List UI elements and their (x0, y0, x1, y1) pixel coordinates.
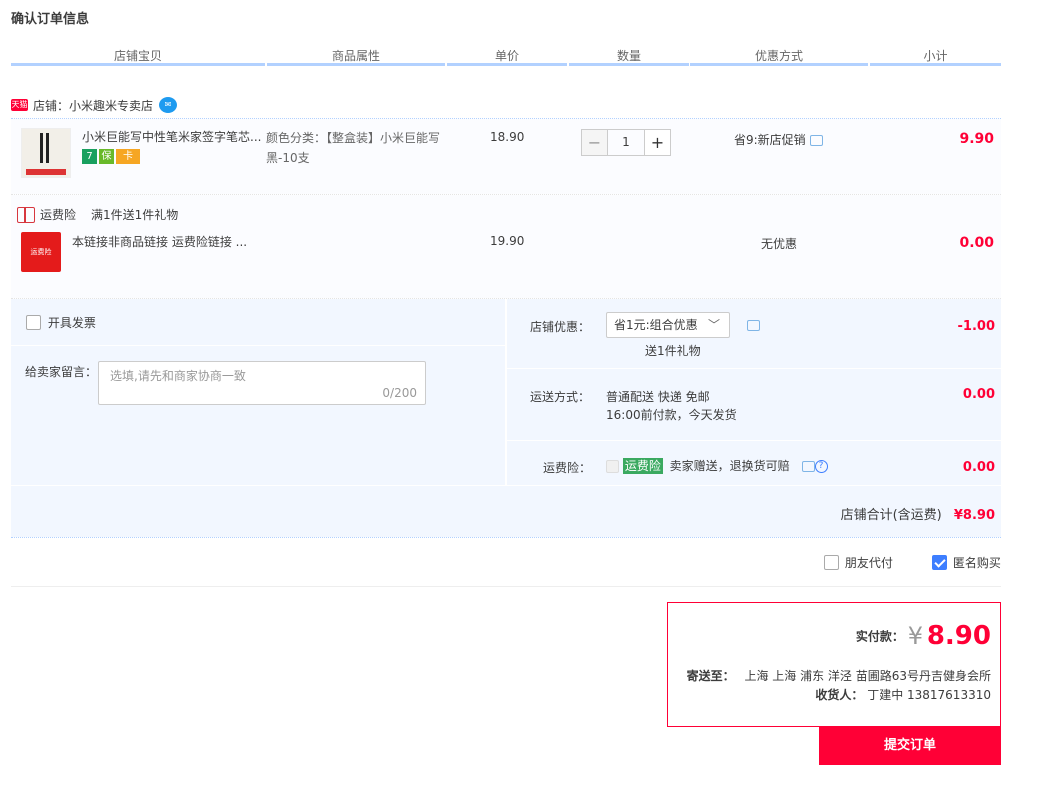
invoice-label: 开具发票 (47, 316, 96, 330)
sku-value: 黑-10支 (266, 151, 310, 165)
shipping-method: 普通配送 快递 免邮 (606, 390, 710, 404)
gift-promo-text: 满1件送1件礼物 (91, 208, 179, 222)
submit-order-button[interactable]: 提交订单 (819, 727, 1001, 765)
friend-pay-option[interactable]: 朋友代付 (824, 554, 893, 571)
header-divider (447, 63, 567, 66)
insurance-tag: 运费险 (622, 458, 663, 474)
ship-to-label: 寄送至： (686, 669, 735, 683)
gift-unit-price: 19.90 (490, 234, 525, 248)
gift-title-link[interactable]: 本链接非商品链接 运费险链接 ... (72, 234, 247, 250)
ship-to: 寄送至： 上海 上海 浦东 洋泾 苗圃路63号丹吉健身会所 (687, 667, 991, 684)
header-divider (690, 63, 868, 66)
gift-promotion: 无优惠 (761, 237, 798, 251)
divider (507, 368, 1001, 369)
divider (11, 586, 1001, 587)
shipping-note: 16:00前付款，今天发货 (606, 408, 737, 422)
insurance-text: 卖家赠送，退换货可赔 (669, 459, 790, 473)
insurance-amount: 0.00 (962, 460, 995, 475)
ship-to-address: 上海 上海 浦东 洋泾 苗圃路63号丹吉健身会所 (744, 669, 991, 683)
gift-item: 运费险 满1件送1件礼物 运费险 本链接非商品链接 运费险链接 ... 19.9… (11, 195, 1001, 298)
payment-label: 实付款： (855, 629, 904, 644)
message-label: 给卖家留言： (25, 365, 98, 379)
promotion-info-icon[interactable] (809, 135, 823, 146)
product-image[interactable] (21, 128, 71, 178)
shop-total-amount: ¥8.90 (953, 508, 995, 523)
sku-label: 颜色分类：【整盒装】小米巨能写 (266, 131, 441, 145)
product-title-link[interactable]: 小米巨能写中性笔米家签字笔芯... (82, 129, 264, 145)
item-subtotal: 9.90 (959, 131, 994, 147)
page-title: 确认订单信息 (11, 12, 90, 27)
insurance-checkbox (606, 460, 619, 473)
receiver: 收货人： 丁建中 13817613310 (815, 686, 991, 703)
shop-discount-label: 店铺优惠： (530, 320, 591, 334)
payment-total: 实付款： ¥ 8.90 (856, 621, 991, 651)
chat-wangwang-icon[interactable]: ✉ (159, 97, 178, 113)
message-counter: 0/200 (382, 386, 417, 400)
anonymous-checkbox[interactable] (932, 555, 947, 570)
shop-discount-note: 送1件礼物 (645, 344, 701, 358)
friend-pay-checkbox[interactable] (824, 555, 839, 570)
promotion-text: 省9:新店促销 (734, 133, 806, 147)
credit-card-icon: 卡 (116, 149, 140, 164)
message-textarea[interactable]: 选填,请先和商家协商一致 0/200 (98, 361, 426, 405)
payment-amount: 8.90 (926, 621, 991, 651)
anonymous-label: 匿名购买 (952, 556, 1001, 570)
payment-summary: 实付款： ¥ 8.90 寄送至： 上海 上海 浦东 洋泾 苗圃路63号丹吉健身会… (667, 602, 1001, 727)
header-divider (267, 63, 445, 66)
tmall-icon: 天猫 (11, 99, 28, 111)
divider (507, 440, 1001, 441)
shop-discount-selected: 省1元:组合优惠 (614, 318, 698, 332)
sku-attributes: 颜色分类：【整盒装】小米巨能写 黑-10支 (266, 128, 456, 168)
quantity-stepper: − 1 + (581, 129, 671, 156)
checkout-options-panel: 店铺优惠： 省1元:组合优惠 ﹀ 送1件礼物 -1.00 运送方式： 普通配送 … (507, 299, 1001, 485)
quantity-decrease-button[interactable]: − (581, 129, 608, 156)
unit-price: 18.90 (490, 130, 525, 144)
seven-day-return-icon: 7 (82, 149, 97, 164)
payment-currency: ¥ (907, 622, 924, 650)
shipping-amount: 0.00 (962, 387, 995, 402)
gift-label: 运费险 (40, 208, 77, 222)
shop-discount-select[interactable]: 省1元:组合优惠 ﹀ (606, 312, 730, 338)
invoice-checkbox[interactable] (26, 315, 41, 330)
shop-total-label: 店铺合计(含运费) (840, 508, 942, 523)
freight-insurance-image[interactable]: 运费险 (21, 232, 61, 272)
quantity-input[interactable]: 1 (608, 129, 644, 156)
header-divider (11, 63, 265, 66)
divider (11, 345, 505, 346)
promotion: 省9:新店促销 (734, 131, 823, 148)
gift-header: 运费险 满1件送1件礼物 (17, 206, 178, 223)
shop-total: 店铺合计(含运费) ¥8.90 (841, 504, 995, 523)
header-divider (870, 63, 1001, 66)
service-tags: 7保卡 (82, 149, 142, 164)
shop-total-row: 店铺合计(含运费) ¥8.90 (11, 486, 1001, 537)
shop-discount-amount: -1.00 (957, 319, 995, 334)
discount-info-icon[interactable] (747, 320, 760, 331)
invoice-option[interactable]: 开具发票 (26, 314, 96, 331)
shipping-label: 运送方式： (530, 390, 591, 404)
insurance-label: 运费险： (543, 461, 592, 475)
extras-panel: 开具发票 给卖家留言： 选填,请先和商家协商一致 0/200 (11, 299, 505, 485)
shop-header: 天猫 店铺：小米趣米专卖店 ✉ (11, 96, 178, 114)
receiver-info: 丁建中 13817613310 (867, 688, 991, 702)
receiver-label: 收货人： (815, 688, 864, 702)
gift-icon (17, 206, 35, 223)
header-divider (569, 63, 689, 66)
anonymous-option[interactable]: 匿名购买 (932, 554, 1001, 571)
help-icon[interactable]: ? (814, 460, 828, 473)
gift-subtotal: 0.00 (959, 235, 994, 251)
friend-pay-label: 朋友代付 (844, 556, 893, 570)
guarantee-icon: 保 (99, 149, 114, 164)
chevron-down-icon: ﹀ (707, 318, 720, 332)
shop-name-link[interactable]: 店铺：小米趣米专卖店 (33, 97, 153, 114)
shipping-info: 普通配送 快递 免邮 16:00前付款，今天发货 (606, 388, 737, 424)
insurance-info: 运费险 卖家赠送，退换货可赔 ? (606, 457, 828, 474)
message-placeholder: 选填,请先和商家协商一致 (110, 369, 246, 383)
insurance-chat-icon[interactable] (801, 461, 815, 472)
order-item: 小米巨能写中性笔米家签字笔芯... 7保卡 颜色分类：【整盒装】小米巨能写 黑-… (11, 119, 1001, 194)
quantity-increase-button[interactable]: + (644, 129, 671, 156)
divider (11, 537, 1001, 538)
